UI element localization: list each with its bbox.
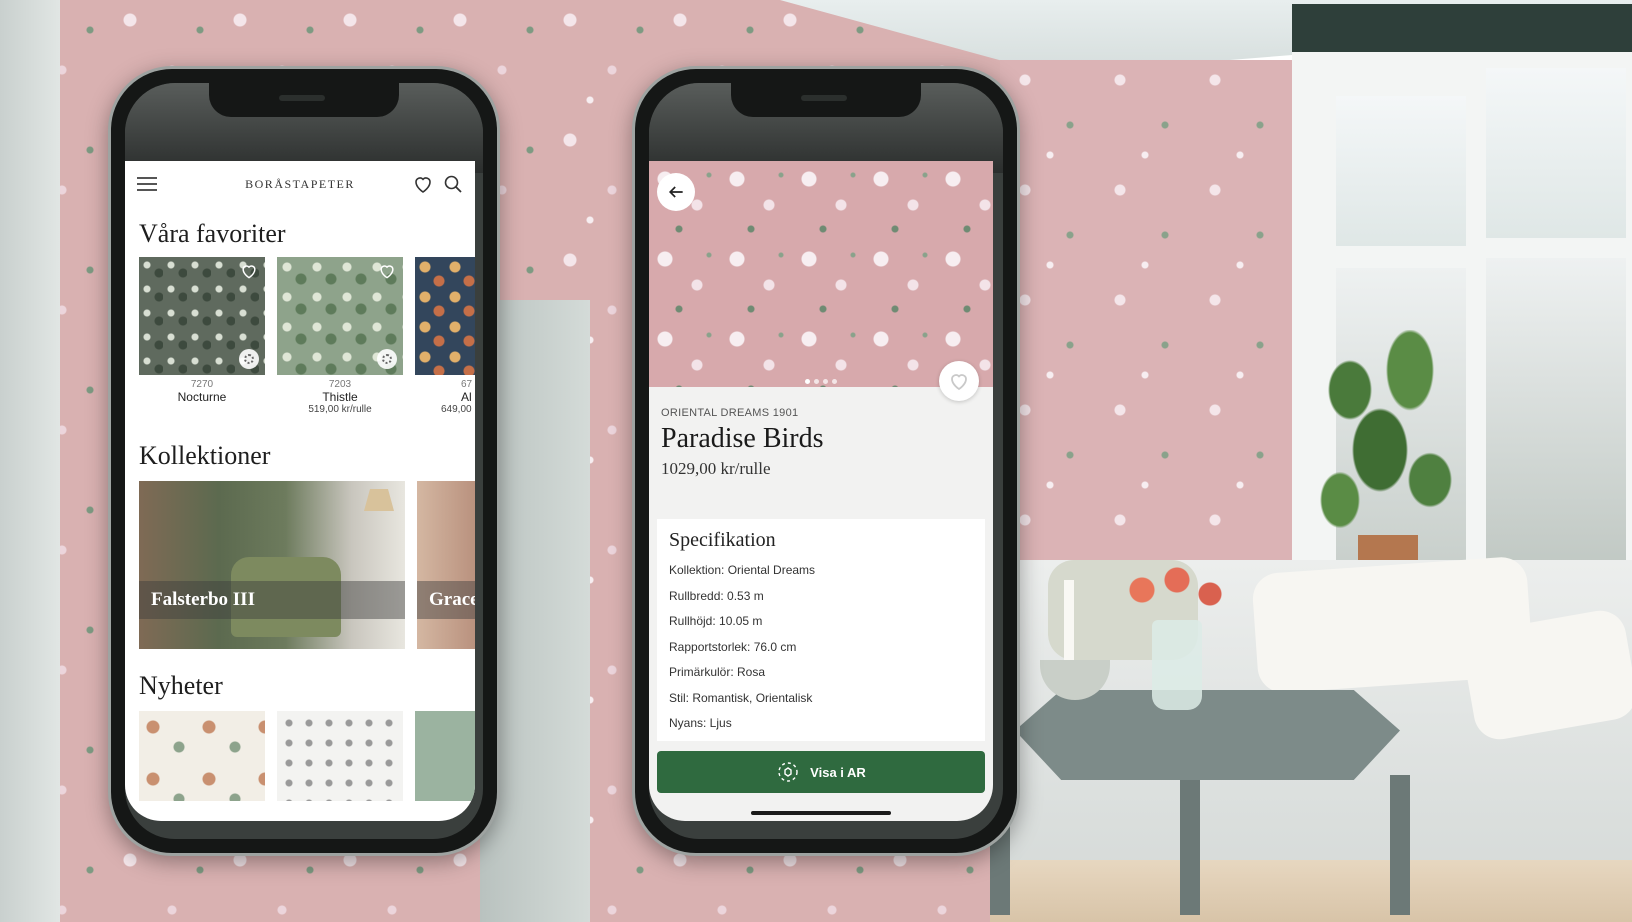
ar-icon[interactable] [239,349,259,369]
product-thumbnail[interactable] [139,257,265,375]
window-pane [1486,68,1626,238]
product-card[interactable]: 7270 Nocturne [139,257,265,415]
product-thumbnail[interactable] [139,711,265,801]
news-carousel[interactable] [125,711,475,801]
potted-plant [1310,330,1460,540]
product-info: ORIENTAL DREAMS 1901 Paradise Birds 1029… [649,387,993,515]
heart-icon [951,374,967,391]
product-hero-image[interactable] [649,161,993,387]
phone-right: ORIENTAL DREAMS 1901 Paradise Birds 1029… [632,66,1020,856]
product-name: Thistle [322,390,358,404]
product-price: 1029,00 kr/rulle [661,459,771,478]
favorites-carousel[interactable]: 7270 Nocturne 7203 Thistle 519,00 kr/rul… [125,257,475,415]
phone-notch [209,83,399,117]
specification-heading: Specifikation [669,529,776,551]
collections-heading: Kollektioner [139,441,271,470]
product-card[interactable]: 7203 Thistle 519,00 kr/rulle [277,257,403,415]
candle [1064,580,1074,670]
floral-wallpaper-side-wall [1000,60,1300,580]
collection-name: ORIENTAL DREAMS 1901 [661,407,799,419]
back-button[interactable] [657,173,695,211]
pagination-dot[interactable] [814,379,819,384]
product-code: 7270 [190,379,214,390]
spec-line: Kollektion: Oriental Dreams [669,563,816,577]
product-price: 519,00 kr/rulle [308,404,372,415]
spec-line: Nyans: Ljus [669,716,732,730]
product-thumbnail[interactable] [415,257,475,375]
product-name: Al [461,390,472,404]
pagination-dot[interactable] [823,379,828,384]
phone-notch [731,83,921,117]
collection-card[interactable]: Falsterbo III [139,481,405,649]
favorites-heading: Våra favoriter [139,219,286,248]
product-code: 7203 [328,379,352,390]
vase [1152,620,1202,710]
wooden-floor [990,860,1632,922]
app-header: BORÅSTAPETER [125,161,475,207]
collection-label: Falsterbo III [139,581,405,619]
spec-line: Rullbredd: 0.53 m [669,588,764,603]
arrow-left-icon [668,186,683,198]
spec-line: Primärkulör: Rosa [669,665,766,679]
ar-cube-icon [778,762,798,782]
home-indicator[interactable] [751,811,891,815]
table [1015,690,1400,780]
pagination-dot[interactable] [832,379,837,384]
spec-line: Rapportstorlek: 76.0 cm [669,639,797,654]
favorite-button[interactable] [939,361,979,401]
collections-carousel[interactable]: Falsterbo III Grace [125,481,475,649]
spec-line: Stil: Romantisk, Orientalisk [669,690,813,705]
table-leg [1180,775,1200,915]
product-title: Paradise Birds [661,423,824,454]
window-pane [1336,96,1466,246]
spec-line: Rullhöjd: 10.05 m [669,614,763,628]
collection-label: Grace [417,581,475,619]
heart-icon[interactable] [239,261,259,281]
table-leg [1390,775,1410,915]
window-pane [1486,258,1626,578]
product-thumbnail[interactable] [277,711,403,801]
phone-left: BORÅSTAPETER Våra favoriter 7270 Nocturn… [108,66,500,856]
heart-icon[interactable] [377,261,397,281]
product-code: 67 [461,379,473,390]
view-in-ar-label: Visa i AR [810,764,866,780]
product-thumbnail[interactable] [277,257,403,375]
search-icon[interactable] [441,172,465,196]
lamp-photo [364,489,394,511]
specification-panel: Specifikation Kollektion: Oriental Dream… [657,519,985,741]
collection-card[interactable]: Grace [417,481,475,649]
product-name: Nocturne [177,390,227,404]
product-price: 649,00 [441,404,472,415]
door-frame [0,0,60,922]
heart-icon[interactable] [411,172,435,196]
app-product-screen: ORIENTAL DREAMS 1901 Paradise Birds 1029… [649,161,993,821]
ar-icon[interactable] [377,349,397,369]
news-heading: Nyheter [139,671,223,700]
app-home-screen: BORÅSTAPETER Våra favoriter 7270 Nocturn… [125,161,475,821]
view-in-ar-button[interactable]: Visa i AR [657,751,985,793]
product-thumbnail[interactable] [415,711,475,801]
wallpaper-frieze [1292,4,1632,52]
product-card[interactable]: 67 Al 649,00 [415,257,475,415]
pagination-dot[interactable] [805,379,810,384]
tulips [1122,560,1232,630]
